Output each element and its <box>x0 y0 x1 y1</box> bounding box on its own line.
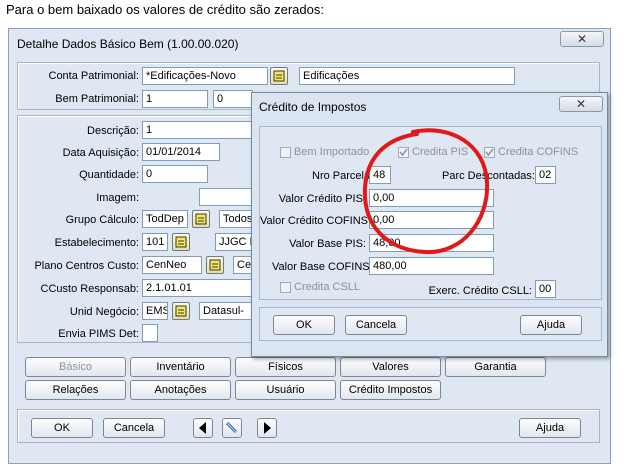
descricao-input[interactable]: 1 <box>142 121 252 139</box>
unid-negocio-zoom-button[interactable] <box>172 302 190 320</box>
zoom-icon <box>175 305 187 317</box>
dialog-cancel-button[interactable]: Cancela <box>345 315 407 335</box>
grupo-calculo-label: Grupo Cálculo: <box>65 214 139 226</box>
close-icon: ✕ <box>576 32 588 46</box>
bem-input[interactable]: 1 <box>142 90 208 108</box>
estabelecimento-label: Estabelecimento: <box>54 237 139 249</box>
valor-base-pis-input[interactable]: 48,00 <box>369 234 494 252</box>
estabelecimento-description: JJGC I <box>215 233 253 251</box>
estabelecimento-input[interactable]: 101 <box>142 233 168 251</box>
data-aquisicao-label: Data Aquisição: <box>62 147 139 159</box>
parc-descontadas-label: Parc Descontadas: <box>442 170 535 182</box>
credita-cofins-label: Credita COFINS <box>498 146 579 158</box>
bem-incorporacao-input[interactable]: 0 <box>213 90 253 108</box>
grupo-calculo-input[interactable]: TodDep <box>142 210 188 228</box>
grupo-zoom-button[interactable] <box>192 210 210 228</box>
window-title: Detalhe Dados Básico Bem (1.00.00.020) <box>17 37 239 51</box>
valor-credito-cofins-input[interactable]: 0,00 <box>369 211 494 229</box>
bem-importado-label: Bem Importado <box>294 146 370 158</box>
credito-impostos-dialog: Crédito de Impostos ✕ Bem Importado Cred… <box>251 92 608 357</box>
credita-pis-checkbox[interactable] <box>398 147 409 158</box>
bem-label: Bem Patrimonial: <box>55 93 139 105</box>
conta-zoom-button[interactable] <box>270 67 288 85</box>
tab-valores[interactable]: Valores <box>340 357 441 377</box>
tab-usuario[interactable]: Usuário <box>235 380 336 400</box>
envia-pims-label: Envia PIMS Det: <box>58 328 139 340</box>
help-button[interactable]: Ajuda <box>519 418 581 438</box>
unid-negocio-input[interactable]: EMS <box>142 302 168 320</box>
ok-button[interactable]: OK <box>31 418 93 438</box>
bem-importado-checkbox[interactable] <box>280 147 291 158</box>
window-close-button[interactable]: ✕ <box>560 31 604 47</box>
valor-credito-cofins-label: Valor Crédito COFINS: <box>260 215 372 227</box>
exerc-credito-csll-input[interactable]: 00 <box>535 280 556 298</box>
conta-input[interactable]: *Edificações-Novo <box>142 67 268 85</box>
ccusto-label: CCusto Responsab: <box>40 283 139 295</box>
zoom-icon <box>273 70 285 82</box>
credita-csll-label: Credita CSLL <box>294 281 361 293</box>
quantidade-label: Quantidade: <box>79 169 139 181</box>
close-icon: ✕ <box>575 97 587 111</box>
exerc-credito-csll-label: Exerc. Crédito CSLL: <box>428 285 532 297</box>
valor-base-cofins-label: Valor Base COFINS: <box>272 261 373 273</box>
data-aquisicao-input[interactable]: 01/01/2014 <box>142 143 220 161</box>
tab-credito-impostos[interactable]: Crédito Impostos <box>340 380 441 400</box>
edit-icon <box>225 422 238 434</box>
cancel-button[interactable]: Cancela <box>103 418 165 438</box>
page-caption: Para o bem baixado os valores de crédito… <box>6 2 324 17</box>
unid-negocio-description: Datasul- <box>199 302 253 320</box>
checkbox-checked-icon <box>399 148 408 157</box>
dialog-help-button[interactable]: Ajuda <box>520 315 582 335</box>
dialog-ok-button[interactable]: OK <box>273 315 335 335</box>
parc-descontadas-input[interactable]: 02 <box>535 166 556 184</box>
tab-anotacoes[interactable]: Anotações <box>130 380 231 400</box>
dialog-close-button[interactable]: ✕ <box>559 96 603 112</box>
credita-pis-label: Credita PIS <box>412 146 469 158</box>
zoom-icon <box>175 236 187 248</box>
credita-csll-checkbox[interactable] <box>280 282 291 293</box>
imagem-input[interactable] <box>199 188 253 206</box>
next-arrow-icon <box>264 422 271 434</box>
credita-cofins-checkbox[interactable] <box>484 147 495 158</box>
ccusto-input[interactable]: 2.1.01.01 <box>142 279 253 297</box>
tab-garantia[interactable]: Garantia <box>445 357 546 377</box>
plano-zoom-button[interactable] <box>206 256 224 274</box>
valor-credito-pis-label: Valor Crédito PIS: <box>278 193 366 205</box>
grupo-calculo-description: Todos <box>219 210 253 228</box>
plano-centros-custo-description: Ce <box>233 256 253 274</box>
envia-pims-input[interactable] <box>142 324 158 342</box>
valor-credito-pis-input[interactable]: 0,00 <box>369 189 494 207</box>
nro-parcelas-label: Nro Parcelas: <box>312 170 379 182</box>
next-button[interactable] <box>257 418 277 438</box>
tab-relacoes[interactable]: Relações <box>25 380 126 400</box>
tab-basico[interactable]: Básico <box>25 357 126 377</box>
quantidade-input[interactable]: 0 <box>142 165 208 183</box>
conta-label: Conta Patrimonial: <box>48 70 140 82</box>
plano-centros-custo-input[interactable]: CenNeo <box>142 256 202 274</box>
zoom-icon <box>209 259 221 271</box>
valor-base-cofins-input[interactable]: 480,00 <box>369 257 494 275</box>
conta-description: Edificações <box>299 67 515 85</box>
tab-fisicos[interactable]: Físicos <box>235 357 336 377</box>
checkbox-checked-icon <box>485 148 494 157</box>
nro-parcelas-input[interactable]: 48 <box>369 166 391 184</box>
prev-button[interactable] <box>193 418 213 438</box>
zoom-icon <box>195 213 207 225</box>
edit-button[interactable] <box>222 418 242 438</box>
valor-base-pis-label: Valor Base PIS: <box>289 238 366 250</box>
imagem-label: Imagem: <box>96 192 139 204</box>
unid-negocio-label: Unid Negócio: <box>69 306 139 318</box>
descricao-label: Descrição: <box>87 125 139 137</box>
estabelecimento-zoom-button[interactable] <box>172 233 190 251</box>
plano-centros-custo-label: Plano Centros Custo: <box>34 260 139 272</box>
dialog-title: Crédito de Impostos <box>259 100 367 114</box>
tab-inventario[interactable]: Inventário <box>130 357 231 377</box>
prev-arrow-icon <box>199 422 206 434</box>
